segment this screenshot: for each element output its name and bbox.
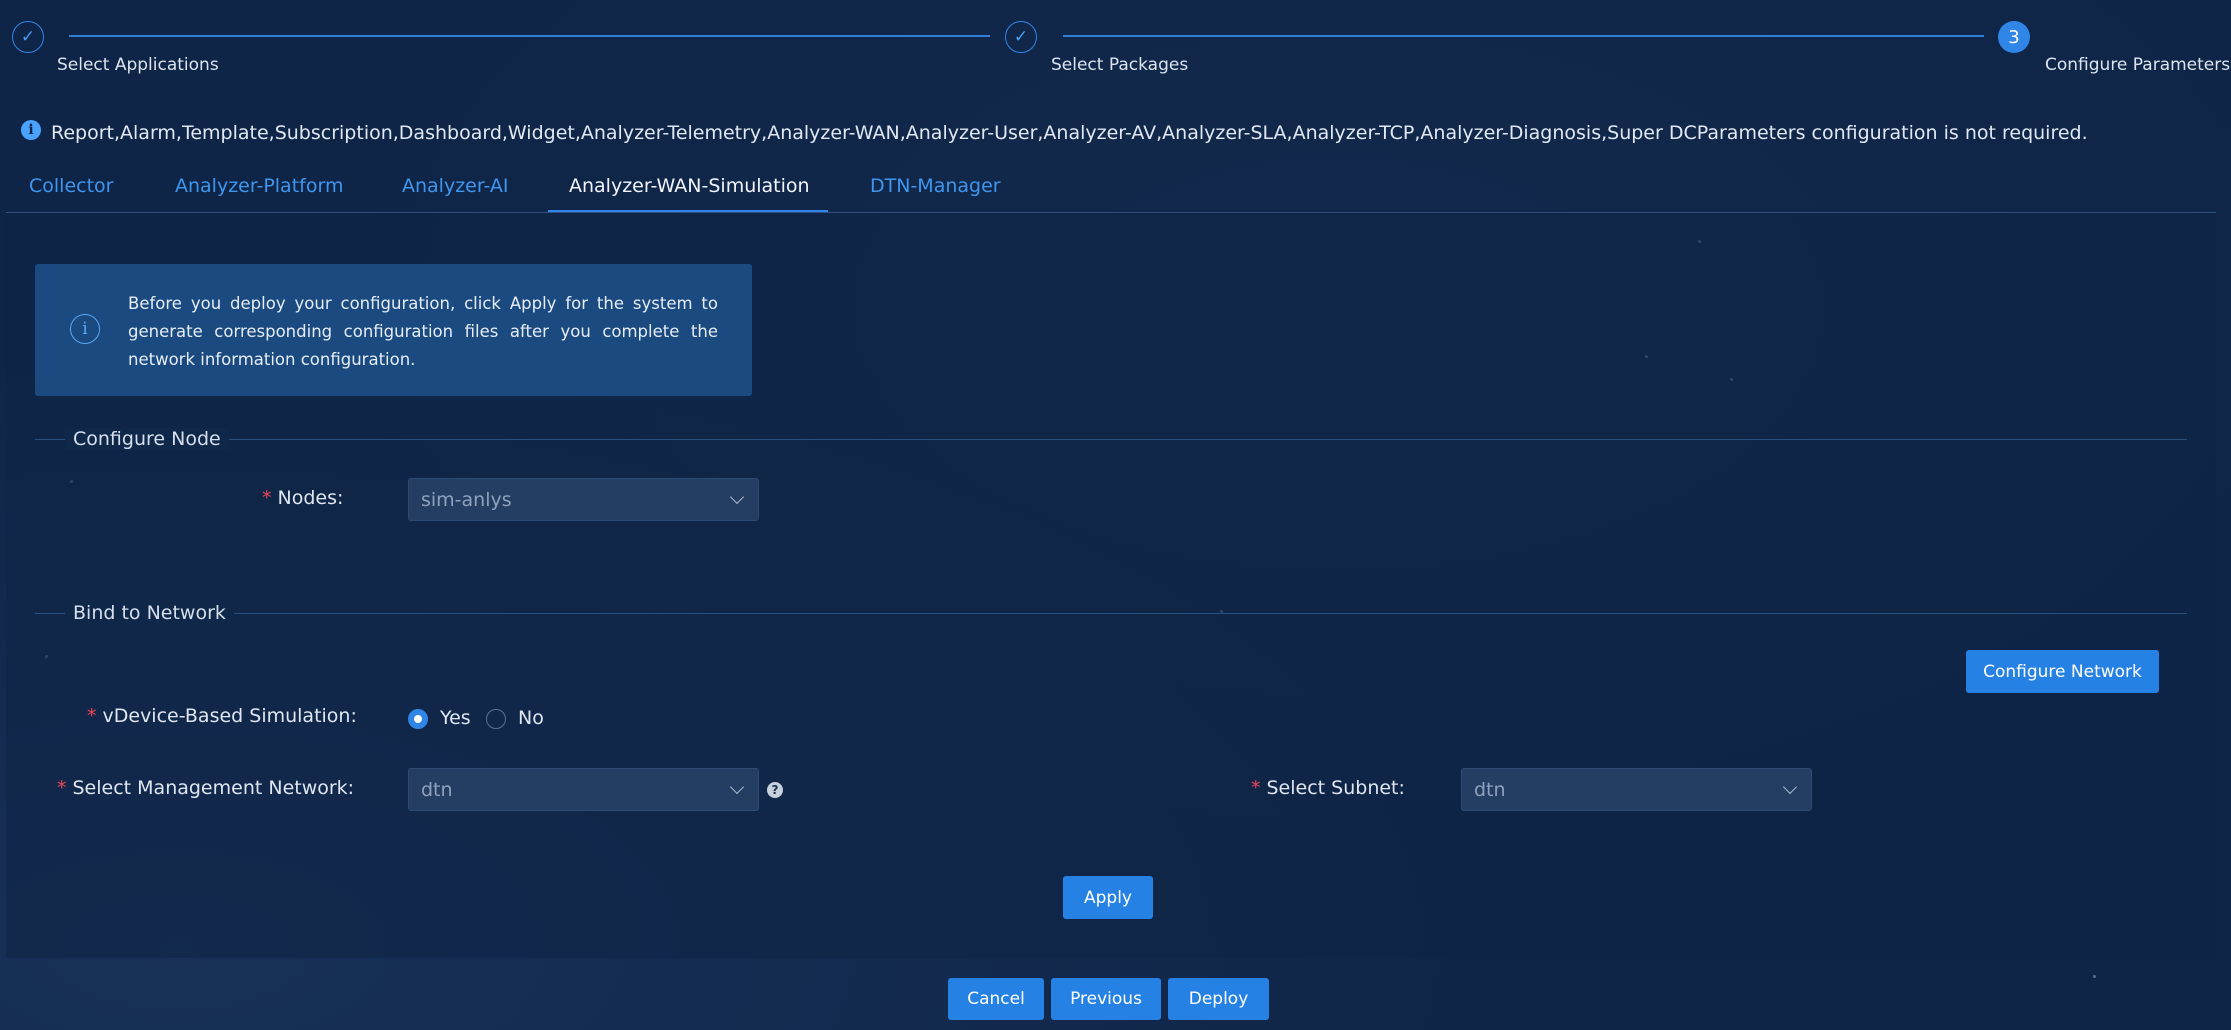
nodes-label-text: Nodes:: [277, 487, 344, 509]
step-3-number-badge: 3: [1998, 21, 2030, 53]
previous-button[interactable]: Previous: [1051, 978, 1161, 1020]
required-marker: *: [87, 705, 97, 727]
configure-network-button[interactable]: Configure Network: [1966, 650, 2159, 693]
chevron-down-icon: [729, 489, 745, 505]
bind-network-divider: [35, 613, 2187, 614]
nodes-label: * Nodes:: [262, 487, 343, 509]
info-circle-icon: i: [70, 314, 100, 344]
vdevice-simulation-label-text: vDevice-Based Simulation:: [102, 705, 357, 727]
vdevice-yes-radio[interactable]: [408, 709, 428, 729]
required-marker: *: [57, 777, 67, 799]
subnet-select-value: dtn: [1474, 779, 1506, 801]
vdevice-no-radio[interactable]: [486, 709, 506, 729]
mgmt-network-select[interactable]: dtn: [408, 768, 759, 811]
tab-dtn-manager[interactable]: DTN-Manager: [870, 175, 1001, 197]
info-icon: i: [21, 120, 41, 140]
configure-node-divider: [35, 439, 2187, 440]
apply-info-text: Before you deploy your configuration, cl…: [128, 294, 718, 369]
chevron-down-icon: [1782, 779, 1798, 795]
step-1-label: Select Applications: [57, 55, 219, 75]
chevron-down-icon: [729, 779, 745, 795]
vdevice-simulation-label: * vDevice-Based Simulation:: [87, 705, 357, 727]
step-2-label: Select Packages: [1051, 55, 1189, 75]
tab-analyzer-ai[interactable]: Analyzer-AI: [402, 175, 509, 197]
subnet-label-text: Select Subnet:: [1266, 777, 1405, 799]
apply-button[interactable]: Apply: [1063, 876, 1153, 919]
tab-analyzer-platform[interactable]: Analyzer-Platform: [175, 175, 343, 197]
step-3-label: Configure Parameters: [2045, 55, 2231, 75]
apply-info-box: i Before you deploy your configuration, …: [35, 264, 752, 396]
cancel-button[interactable]: Cancel: [948, 978, 1044, 1020]
no-config-notice: Report,Alarm,Template,Subscription,Dashb…: [51, 122, 2088, 144]
configure-node-title: Configure Node: [65, 428, 229, 450]
mgmt-network-label-text: Select Management Network:: [72, 777, 355, 799]
vdevice-no-label[interactable]: No: [518, 707, 544, 729]
bind-network-title: Bind to Network: [65, 602, 234, 624]
vdevice-yes-label[interactable]: Yes: [440, 707, 471, 729]
active-tab-indicator: [548, 210, 828, 212]
tab-collector[interactable]: Collector: [29, 175, 113, 197]
step-1-check-icon: ✓: [12, 21, 44, 53]
deploy-button[interactable]: Deploy: [1168, 978, 1269, 1020]
background-star: [2093, 975, 2096, 978]
tab-analyzer-wan-simulation[interactable]: Analyzer-WAN-Simulation: [569, 175, 810, 197]
step-2-check-icon: ✓: [1005, 21, 1037, 53]
nodes-select[interactable]: sim-anlys: [408, 478, 759, 521]
step-connector-1: [69, 35, 990, 37]
mgmt-network-select-value: dtn: [421, 779, 453, 801]
subnet-select[interactable]: dtn: [1461, 768, 1812, 811]
mgmt-network-label: * Select Management Network:: [57, 777, 354, 799]
subnet-label: * Select Subnet:: [1251, 777, 1405, 799]
nodes-select-value: sim-anlys: [421, 489, 512, 511]
step-connector-2: [1063, 35, 1984, 37]
required-marker: *: [262, 487, 272, 509]
help-icon[interactable]: ?: [767, 782, 783, 798]
required-marker: *: [1251, 777, 1261, 799]
